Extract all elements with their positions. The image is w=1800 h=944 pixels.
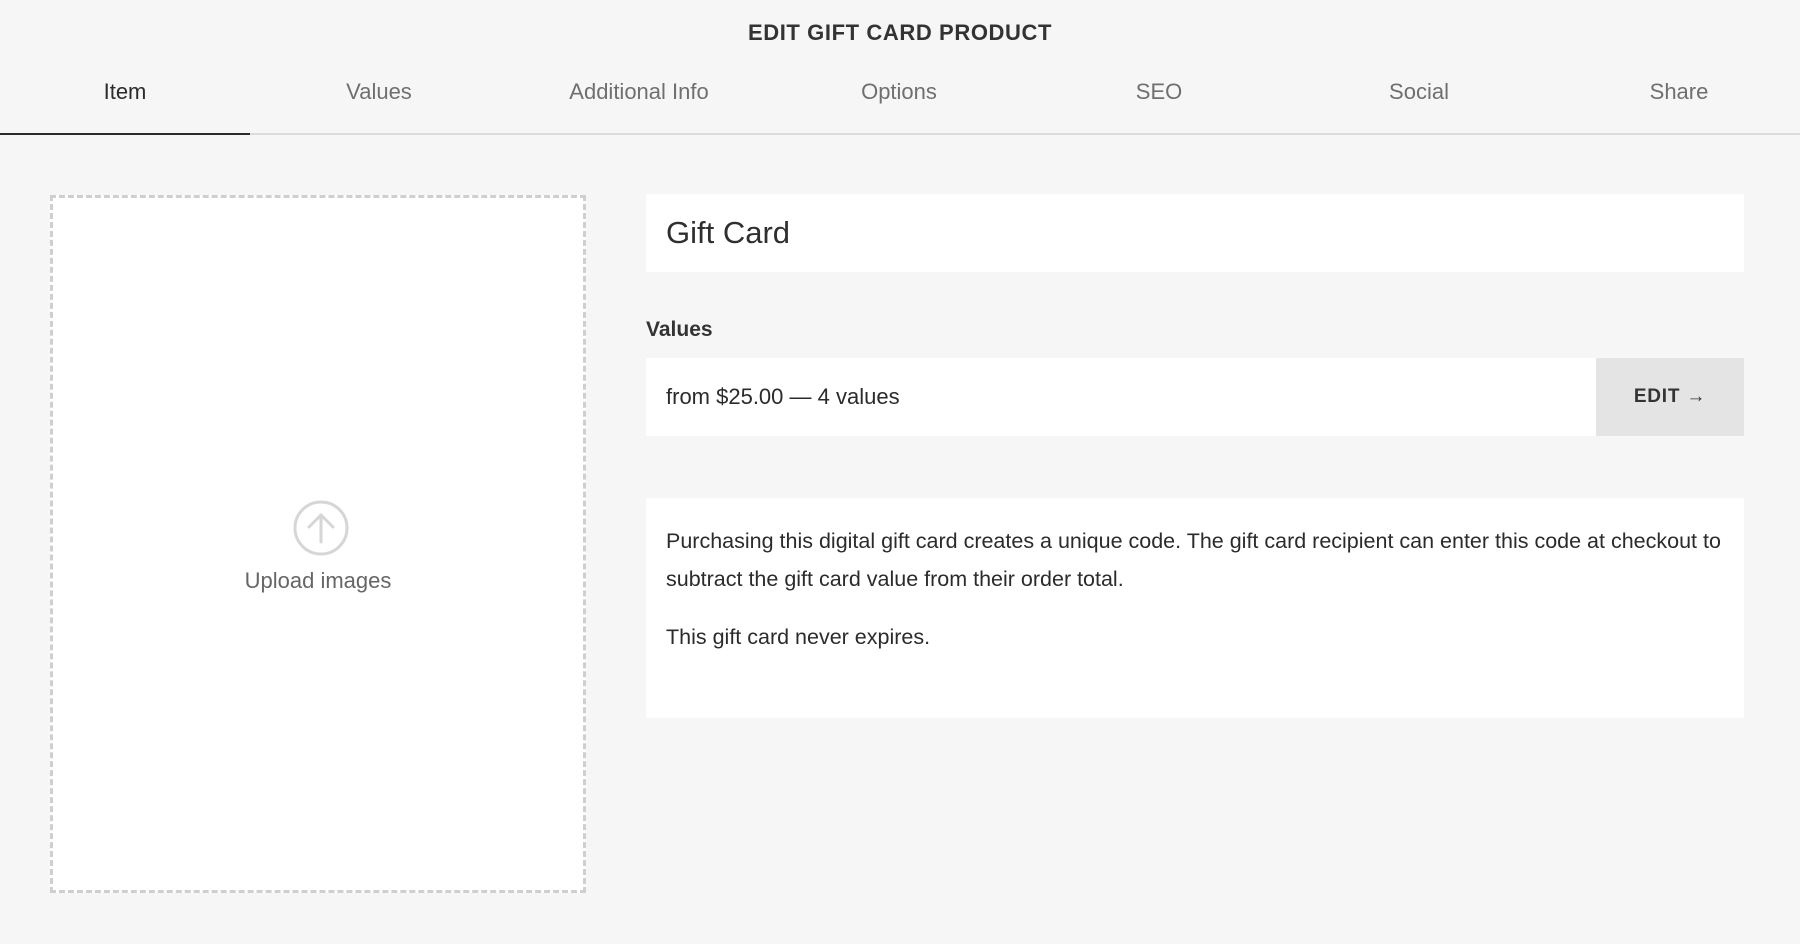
values-summary: from $25.00 — 4 values	[666, 384, 900, 409]
values-row: from $25.00 — 4 values EDIT →	[646, 358, 1744, 436]
tab-item[interactable]: Item	[0, 64, 250, 135]
upload-arrow-icon	[293, 500, 349, 556]
edit-values-button[interactable]: EDIT →	[1596, 358, 1744, 436]
description-editor[interactable]: Purchasing this digital gift card create…	[646, 498, 1744, 718]
upload-images-label: Upload images	[244, 568, 392, 593]
description-paragraph: Purchasing this digital gift card create…	[666, 529, 1721, 591]
product-name-input[interactable]	[646, 194, 1744, 272]
image-upload-dropzone[interactable]: Upload images	[50, 195, 586, 893]
tab-options[interactable]: Options	[774, 64, 1024, 133]
page-title: EDIT GIFT CARD PRODUCT	[747, 20, 1053, 45]
values-heading: Values	[646, 318, 713, 341]
description-paragraph: This gift card never expires.	[666, 625, 931, 649]
tab-share[interactable]: Share	[1554, 64, 1800, 133]
tab-additional-info[interactable]: Additional Info	[514, 64, 764, 133]
tab-social[interactable]: Social	[1294, 64, 1544, 133]
tab-bar: Item Values Additional Info Options SEO …	[0, 64, 1800, 135]
tab-seo[interactable]: SEO	[1034, 64, 1284, 133]
tab-values[interactable]: Values	[254, 64, 504, 133]
